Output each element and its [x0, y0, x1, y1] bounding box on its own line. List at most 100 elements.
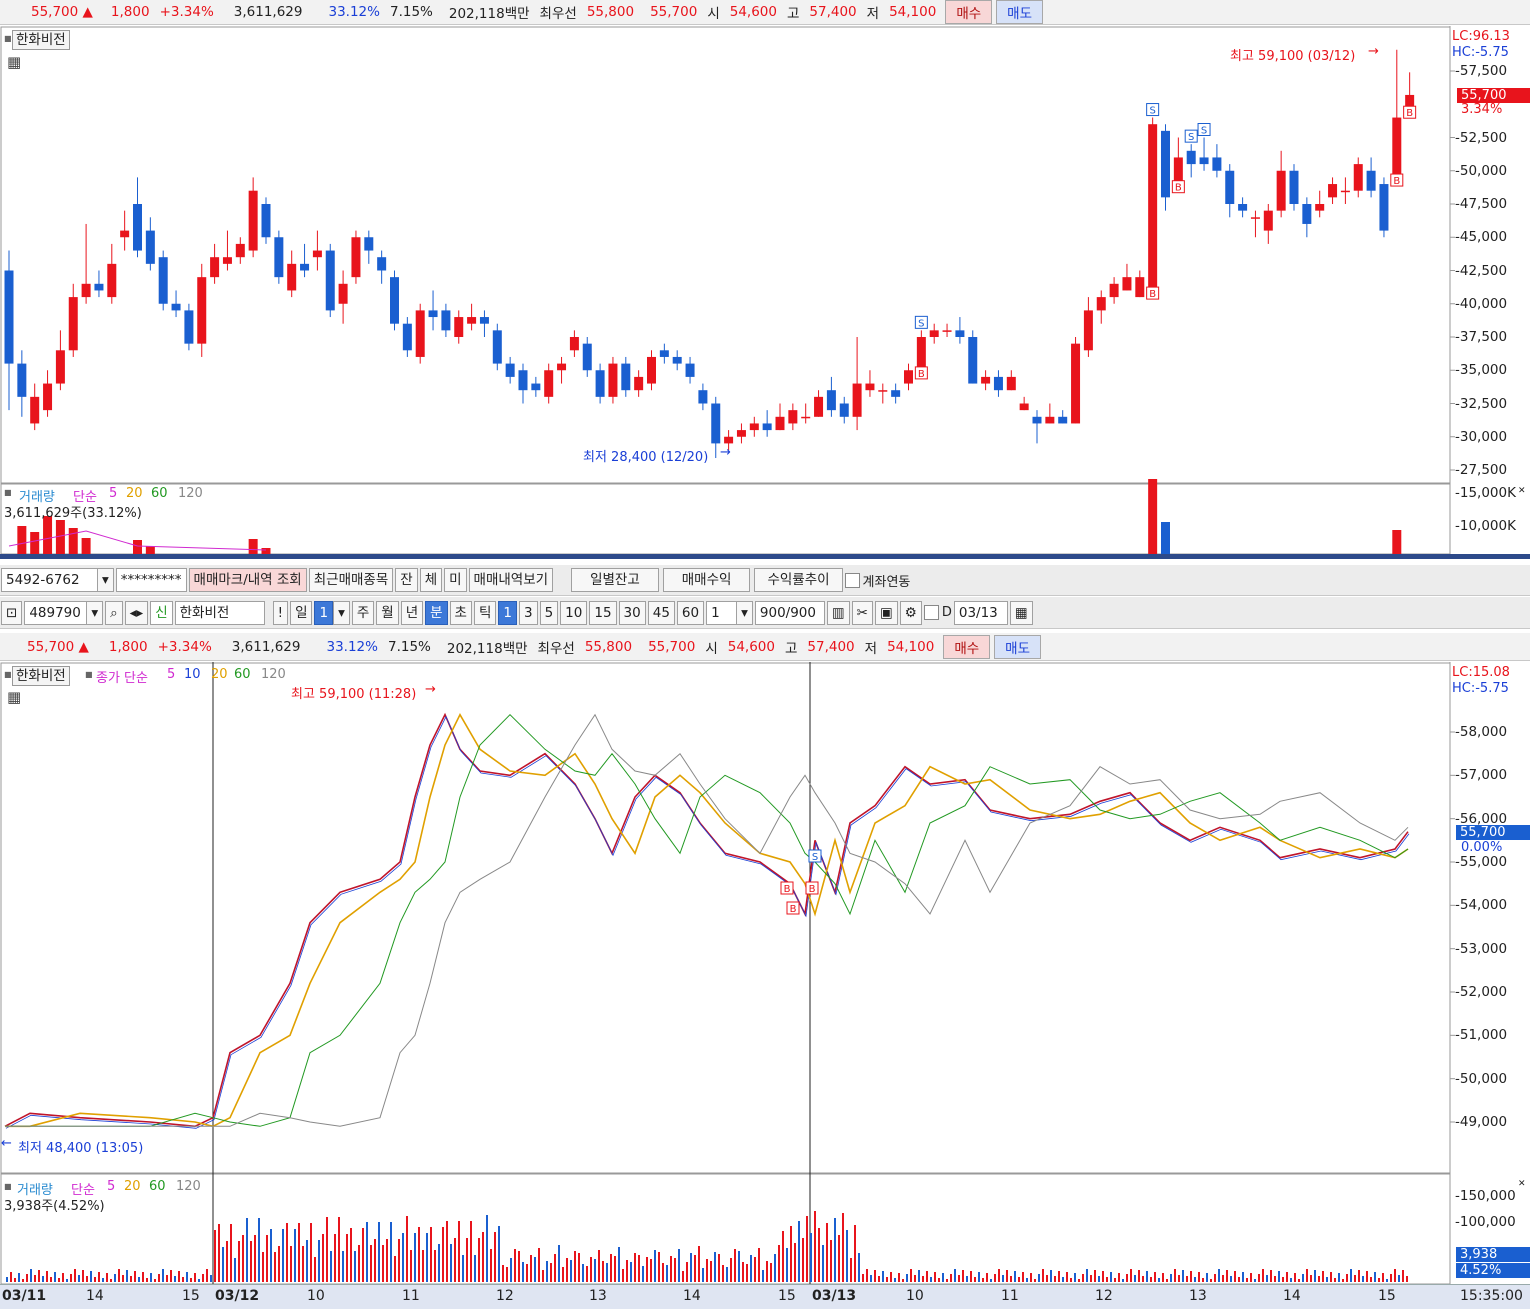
period-minute[interactable]: 분: [425, 600, 448, 625]
multiplier-select[interactable]: 1: [706, 600, 739, 625]
intraday-volume-bar: [110, 1279, 112, 1282]
daily-balance-button[interactable]: 일별잔고: [571, 568, 659, 592]
ma-toggle-icon[interactable]: ■: [85, 670, 93, 679]
minute-60[interactable]: 60: [676, 600, 705, 625]
volume-toggle-icon[interactable]: ■: [4, 488, 12, 497]
minute-5[interactable]: 5: [539, 600, 559, 625]
daily-vol-ma60: 60: [151, 486, 168, 501]
daily-candle-chart[interactable]: BSBSBSSBB: [0, 26, 1530, 554]
intraday-volume-bar: [94, 1277, 96, 1282]
sell-button[interactable]: 매도: [996, 0, 1044, 24]
intraday-volume-bar: [218, 1224, 220, 1282]
intraday-volume-bar: [1134, 1275, 1136, 1282]
minute-10[interactable]: 10: [560, 600, 588, 625]
intraday-ma-title: 종가 단순: [96, 671, 148, 686]
indicator-icon[interactable]: ▥: [826, 600, 850, 625]
code-dropdown-icon[interactable]: ▾: [86, 600, 104, 625]
day-multiplier-dropdown-icon[interactable]: ▾: [333, 600, 350, 625]
sound-icon[interactable]: ◂▸: [124, 600, 149, 625]
account-dropdown-icon[interactable]: ▾: [97, 568, 114, 592]
count-field[interactable]: 900/900: [754, 600, 825, 625]
alert-button[interactable]: !: [272, 600, 289, 625]
executed-button[interactable]: 체: [419, 568, 443, 592]
minute-15[interactable]: 15: [589, 600, 617, 625]
tools-icon[interactable]: ✂: [851, 600, 873, 625]
intraday-volume-bar: [1234, 1271, 1236, 1282]
gear-icon[interactable]: ⚙: [899, 600, 922, 625]
date-checkbox[interactable]: [923, 605, 939, 620]
intraday-chart-panel[interactable]: BBBS 한화비전 ■ ■ 종가 단순 5 10 20 60 120 ▦ LC:…: [0, 662, 1530, 1284]
minute-30[interactable]: 30: [618, 600, 646, 625]
candle-body: [1302, 204, 1312, 224]
return-trend-button[interactable]: 수익률추이: [754, 568, 843, 592]
intraday-volume-bar: [566, 1258, 568, 1282]
recent-trades-button[interactable]: 최근매매종목: [308, 568, 394, 592]
intraday-vol-y-label: -100,000: [1455, 1214, 1516, 1230]
minute-1[interactable]: 1: [498, 600, 517, 625]
period-tick[interactable]: 틱: [473, 600, 497, 625]
candle-body: [865, 383, 875, 391]
intraday-volume-bar: [502, 1265, 504, 1282]
panel-separator[interactable]: [0, 554, 1530, 559]
minute-45[interactable]: 45: [647, 600, 675, 625]
daily-vol-y-label: -15,000K: [1455, 485, 1516, 501]
password-field[interactable]: *********: [115, 568, 187, 592]
account-select[interactable]: 5492-6762: [1, 568, 99, 592]
period-day[interactable]: 일: [290, 600, 313, 625]
panel-toggle-icon[interactable]: ■: [4, 34, 12, 43]
date-field[interactable]: 03/13: [953, 600, 1008, 625]
intraday-grid-icon[interactable]: ▦: [7, 688, 21, 706]
period-day-multiplier[interactable]: 1: [314, 600, 334, 625]
period-week[interactable]: 주: [351, 600, 375, 625]
intraday-volume-bar: [18, 1273, 20, 1282]
save-icon[interactable]: ▣: [874, 600, 898, 625]
intraday-volume-bar: [1282, 1277, 1284, 1282]
trade-profit-button[interactable]: 매매수익: [662, 568, 751, 592]
intraday-volume-bar: [322, 1234, 324, 1282]
window-icon[interactable]: ⊡: [1, 600, 23, 625]
buy-button-2[interactable]: 매수: [943, 634, 991, 659]
unexecuted-button[interactable]: 미: [444, 568, 467, 592]
trade-mark-button[interactable]: 매매마크/내역 조회: [188, 568, 307, 592]
period-month[interactable]: 월: [376, 600, 399, 625]
candle-body: [4, 270, 14, 364]
intraday-line-chart[interactable]: BBBS: [0, 662, 1530, 1284]
balance-button[interactable]: 잔: [395, 568, 418, 592]
calendar-icon[interactable]: ▦: [1009, 600, 1033, 625]
intraday-volume-bar: [198, 1279, 200, 1282]
intraday-volume-bar: [554, 1254, 556, 1282]
buy-button[interactable]: 매수: [945, 0, 993, 24]
intraday-volume-bar: [746, 1264, 748, 1282]
account-link-checkbox[interactable]: [844, 572, 860, 588]
intraday-volume-bar: [1066, 1272, 1068, 1282]
history-button[interactable]: 매매내역보기: [468, 568, 554, 592]
credit-badge[interactable]: 신: [150, 600, 173, 625]
intraday-volume-close-icon[interactable]: ✕: [1518, 1179, 1526, 1189]
minute-3[interactable]: 3: [518, 600, 538, 625]
candle-body: [43, 383, 53, 411]
search-icon[interactable]: ⌕: [105, 600, 123, 625]
time-axis[interactable]: 03/11 14 15 03/12 10 11 12 13 14 15 03/1…: [0, 1284, 1530, 1309]
intraday-volume-toggle-icon[interactable]: ■: [4, 1182, 12, 1191]
quote-price: 55,700 ▲: [31, 4, 93, 20]
volume-close-icon[interactable]: ✕: [1518, 486, 1526, 496]
multiplier-dropdown-icon[interactable]: ▾: [736, 600, 753, 625]
intraday-volume-bar: [1210, 1279, 1212, 1282]
period-year[interactable]: 년: [400, 600, 424, 625]
intraday-volume-bar: [1202, 1278, 1204, 1282]
intraday-ma20: 20: [211, 667, 228, 682]
period-second[interactable]: 초: [449, 600, 472, 625]
intraday-toggle-icon[interactable]: ■: [4, 670, 12, 679]
grid-icon[interactable]: ▦: [7, 53, 21, 71]
stock-code-input[interactable]: 489790: [24, 600, 89, 625]
intraday-volume-bar: [674, 1258, 676, 1282]
account-toolbar: 5492-6762 ▾ ********* 매매마크/내역 조회 최근매매종목 …: [0, 565, 1530, 596]
intraday-volume-bar: [454, 1238, 456, 1282]
candle-body: [993, 376, 1003, 391]
x-label-14a: 14: [86, 1288, 104, 1304]
sell-button-2[interactable]: 매도: [994, 634, 1042, 659]
daily-chart-panel[interactable]: BSBSBSSBB 한화비전 ■ ▦ LC:96.13 HC:-5.75 최고 …: [0, 26, 1530, 554]
stock-name-field[interactable]: 한화비전: [174, 600, 265, 625]
candle-body: [711, 403, 721, 444]
candle-body: [839, 403, 849, 417]
